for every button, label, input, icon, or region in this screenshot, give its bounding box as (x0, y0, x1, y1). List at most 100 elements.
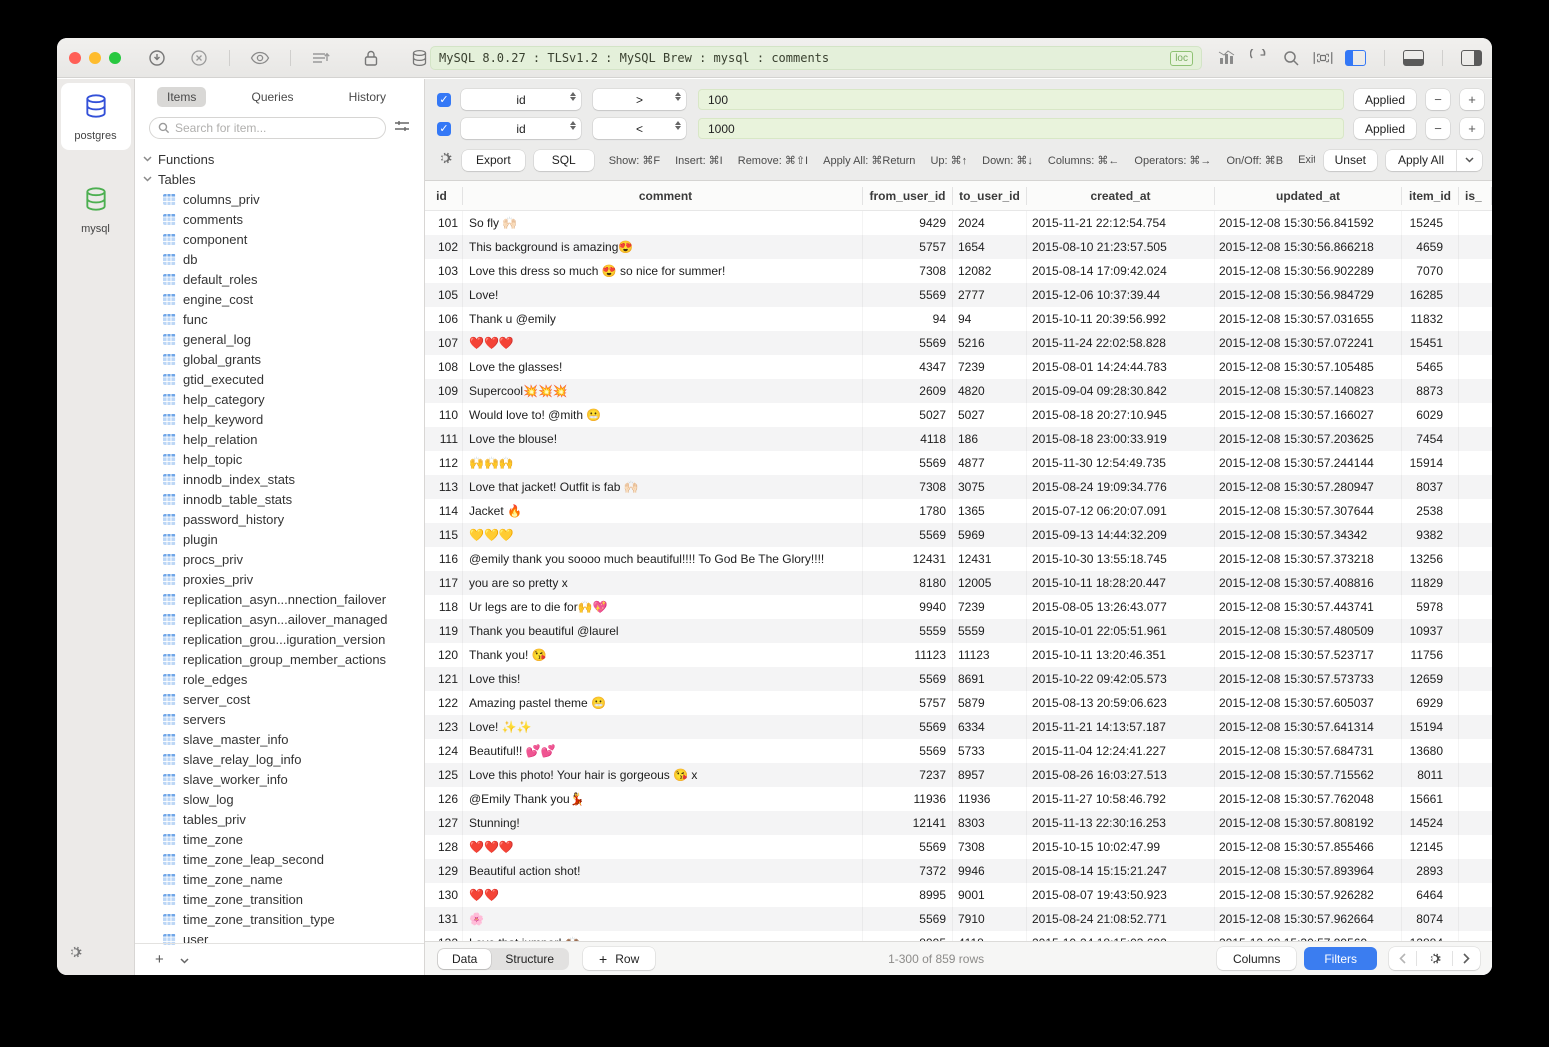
cell-item-id[interactable]: 15661 (1402, 787, 1459, 811)
cell-comment[interactable]: you are so pretty x (463, 571, 863, 595)
sidebar-table-item[interactable]: slave_worker_info (135, 769, 424, 789)
sidebar-table-item[interactable]: tables_priv (135, 809, 424, 829)
cell-from-user-id[interactable]: 5569 (863, 667, 953, 691)
cell-comment[interactable]: So fly 🙌🏻 (463, 211, 863, 235)
cell-comment[interactable]: Love that jumper! 🙌🏾 (463, 931, 863, 941)
cell-id[interactable]: 130 (425, 883, 463, 907)
table-row[interactable]: 115 💛💛💛 5569 5969 2015-09-13 14:44:32.20… (425, 523, 1492, 547)
filter-value-input[interactable]: 100 (698, 89, 1344, 110)
search-icon[interactable] (1281, 48, 1301, 68)
cell-item-id[interactable]: 6464 (1402, 883, 1459, 907)
cell-id[interactable]: 121 (425, 667, 463, 691)
cell-created-at[interactable]: 2015-08-24 21:08:52.771 (1027, 907, 1215, 931)
sidebar-table-item[interactable]: innodb_table_stats (135, 489, 424, 509)
cell-comment[interactable]: Thank u @emily (463, 307, 863, 331)
sidebar-table-item[interactable]: help_relation (135, 429, 424, 449)
columns-button[interactable]: Columns (1217, 947, 1296, 970)
cell-from-user-id[interactable]: 9429 (863, 211, 953, 235)
cell-id[interactable]: 107 (425, 331, 463, 355)
cell-updated-at[interactable]: 2015-12-08 15:30:57.408816 (1215, 571, 1402, 595)
cell-is[interactable] (1459, 355, 1492, 379)
remove-filter-button[interactable]: − (1426, 118, 1450, 139)
tab-queries[interactable]: Queries (241, 87, 303, 107)
sidebar-table-item[interactable]: default_roles (135, 269, 424, 289)
center-frame-icon[interactable] (1313, 48, 1333, 68)
cell-id[interactable]: 127 (425, 811, 463, 835)
cell-updated-at[interactable]: 2015-12-08 15:30:57.573733 (1215, 667, 1402, 691)
cell-created-at[interactable]: 2015-07-12 06:20:07.091 (1027, 499, 1215, 523)
sidebar-table-item[interactable]: servers (135, 709, 424, 729)
cell-to-user-id[interactable]: 8303 (953, 811, 1027, 835)
sidebar-table-item[interactable]: func (135, 309, 424, 329)
sidebar-table-item[interactable]: proxies_priv (135, 569, 424, 589)
toggle-right-panel-icon[interactable] (1461, 50, 1482, 66)
cell-created-at[interactable]: 2015-10-11 13:20:46.351 (1027, 643, 1215, 667)
cell-updated-at[interactable]: 2015-12-08 15:30:57.962664 (1215, 907, 1402, 931)
cell-item-id[interactable]: 15451 (1402, 331, 1459, 355)
cell-item-id[interactable]: 13256 (1402, 547, 1459, 571)
cell-is[interactable] (1459, 835, 1492, 859)
cell-from-user-id[interactable]: 5569 (863, 331, 953, 355)
sidebar-table-item[interactable]: component (135, 229, 424, 249)
search-input[interactable]: Search for item... (149, 117, 386, 139)
table-row[interactable]: 101 So fly 🙌🏻 9429 2024 2015-11-21 22:12… (425, 211, 1492, 235)
sidebar-table-item[interactable]: columns_priv (135, 189, 424, 209)
cell-is[interactable] (1459, 235, 1492, 259)
filter-column-select[interactable]: id (461, 89, 581, 110)
cell-from-user-id[interactable]: 5569 (863, 835, 953, 859)
cell-comment[interactable]: Love! ✨✨ (463, 715, 863, 739)
sidebar-table-item[interactable]: general_log (135, 329, 424, 349)
cell-is[interactable] (1459, 403, 1492, 427)
cell-comment[interactable]: Thank you beautiful @laurel (463, 619, 863, 643)
cell-updated-at[interactable]: 2015-12-08 15:30:57.280947 (1215, 475, 1402, 499)
cell-to-user-id[interactable]: 186 (953, 427, 1027, 451)
cell-created-at[interactable]: 2015-08-01 14:24:44.783 (1027, 355, 1215, 379)
sidebar-table-item[interactable]: server_cost (135, 689, 424, 709)
cell-is[interactable] (1459, 547, 1492, 571)
table-row[interactable]: 123 Love! ✨✨ 5569 6334 2015-11-21 14:13:… (425, 715, 1492, 739)
table-row[interactable]: 112 🙌🙌🙌 5569 4877 2015-11-30 12:54:49.73… (425, 451, 1492, 475)
cell-is[interactable] (1459, 907, 1492, 931)
cell-item-id[interactable]: 5978 (1402, 595, 1459, 619)
sidebar-table-item[interactable]: time_zone_transition_type (135, 909, 424, 929)
close-window-button[interactable] (69, 52, 81, 64)
cell-comment[interactable]: ❤️❤️ (463, 883, 863, 907)
sidebar-table-item[interactable]: comments (135, 209, 424, 229)
sidebar-table-item[interactable]: time_zone_leap_second (135, 849, 424, 869)
cell-is[interactable] (1459, 619, 1492, 643)
cell-created-at[interactable]: 2015-08-18 20:27:10.945 (1027, 403, 1215, 427)
cell-comment[interactable]: @Emily Thank you💃 (463, 787, 863, 811)
cell-updated-at[interactable]: 2015-12-08 15:30:57.072241 (1215, 331, 1402, 355)
table-row[interactable]: 119 Thank you beautiful @laurel 5559 555… (425, 619, 1492, 643)
cell-id[interactable]: 119 (425, 619, 463, 643)
cell-to-user-id[interactable]: 7239 (953, 595, 1027, 619)
cell-to-user-id[interactable]: 5559 (953, 619, 1027, 643)
cell-from-user-id[interactable]: 5569 (863, 739, 953, 763)
sidebar-table-item[interactable]: time_zone_transition (135, 889, 424, 909)
cell-id[interactable]: 110 (425, 403, 463, 427)
tab-items[interactable]: Items (157, 87, 206, 107)
cell-updated-at[interactable]: 2015-12-08 15:30:57.480509 (1215, 619, 1402, 643)
cell-from-user-id[interactable]: 94 (863, 307, 953, 331)
table-row[interactable]: 126 @Emily Thank you💃 11936 11936 2015-1… (425, 787, 1492, 811)
table-row[interactable]: 128 ❤️❤️❤️ 5569 7308 2015-10-15 10:02:47… (425, 835, 1492, 859)
cell-created-at[interactable]: 2015-11-21 14:13:57.187 (1027, 715, 1215, 739)
sidebar-table-item[interactable]: innodb_index_stats (135, 469, 424, 489)
cell-item-id[interactable]: 5465 (1402, 355, 1459, 379)
cell-created-at[interactable]: 2015-11-27 10:58:46.792 (1027, 787, 1215, 811)
table-row[interactable]: 107 ❤️❤️❤️ 5569 5216 2015-11-24 22:02:58… (425, 331, 1492, 355)
refresh-icon[interactable] (1249, 48, 1269, 68)
table-row[interactable]: 110 Would love to! @mith 😬 5027 5027 201… (425, 403, 1492, 427)
cell-is[interactable] (1459, 667, 1492, 691)
cell-is[interactable] (1459, 763, 1492, 787)
cell-item-id[interactable]: 11756 (1402, 643, 1459, 667)
cell-to-user-id[interactable]: 7239 (953, 355, 1027, 379)
cell-id[interactable]: 126 (425, 787, 463, 811)
tree-group-functions[interactable]: Functions (135, 149, 424, 169)
cell-from-user-id[interactable]: 5569 (863, 451, 953, 475)
column-header-updated-at[interactable]: updated_at (1215, 187, 1402, 205)
cell-item-id[interactable]: 7070 (1402, 259, 1459, 283)
cell-is[interactable] (1459, 715, 1492, 739)
cell-from-user-id[interactable]: 4347 (863, 355, 953, 379)
cell-is[interactable] (1459, 571, 1492, 595)
